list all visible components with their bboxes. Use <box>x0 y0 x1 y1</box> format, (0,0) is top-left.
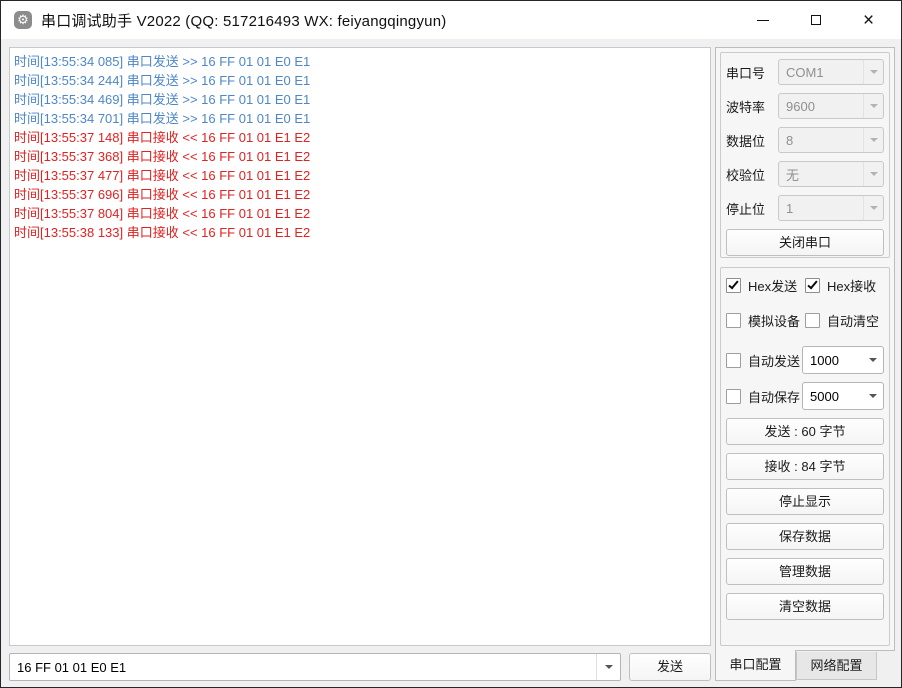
check-icon <box>728 279 738 290</box>
stopbits-label: 停止位 <box>726 199 778 218</box>
log-line: 时间[13:55:37 148] 串口接收 << 16 FF 01 01 E1 … <box>12 128 708 147</box>
clear-data-button[interactable]: 清空数据 <box>726 593 884 620</box>
options-frame: Hex发送 Hex接收 模拟设备 自动清空 <box>720 267 890 646</box>
auto-send-interval-select[interactable]: 1000 <box>802 346 884 374</box>
manage-data-button[interactable]: 管理数据 <box>726 558 884 585</box>
send-data-input[interactable] <box>10 654 596 680</box>
hex-receive-label: Hex接收 <box>827 276 876 295</box>
port-label: 串口号 <box>726 63 778 82</box>
stop-display-button[interactable]: 停止显示 <box>726 488 884 515</box>
hex-send-label: Hex发送 <box>748 276 797 295</box>
auto-clear-option[interactable]: 自动清空 <box>805 311 884 330</box>
chevron-down-icon <box>863 60 883 84</box>
received-bytes-button[interactable]: 接收 : 84 字节 <box>726 453 884 480</box>
auto-save-checkbox[interactable] <box>726 389 741 404</box>
log-line: 时间[13:55:34 701] 串口发送 >> 16 FF 01 01 E0 … <box>12 109 708 128</box>
log-line: 时间[13:55:37 368] 串口接收 << 16 FF 01 01 E1 … <box>12 147 708 166</box>
setting-row-parity: 校验位 无 <box>726 161 884 187</box>
sent-bytes-button[interactable]: 发送 : 60 字节 <box>726 418 884 445</box>
setting-row-baudrate: 波特率 9600 <box>726 93 884 119</box>
minimize-button[interactable] <box>736 1 789 39</box>
hex-options-row: Hex发送 Hex接收 <box>726 276 884 295</box>
app-window: ⚙ 串口调试助手 V2022 (QQ: 517216493 WX: feiyan… <box>0 0 902 688</box>
log-line: 时间[13:55:37 696] 串口接收 << 16 FF 01 01 E1 … <box>12 185 708 204</box>
parity-label: 校验位 <box>726 165 778 184</box>
baudrate-label: 波特率 <box>726 97 778 116</box>
auto-save-interval-select[interactable]: 5000 <box>802 382 884 410</box>
stopbits-select: 1 <box>778 195 884 221</box>
tab-network-config[interactable]: 网络配置 <box>796 652 877 680</box>
simulate-device-checkbox[interactable] <box>726 313 741 328</box>
simulate-device-label: 模拟设备 <box>748 311 800 330</box>
log-line: 时间[13:55:38 133] 串口接收 << 16 FF 01 01 E1 … <box>12 223 708 242</box>
log-line: 时间[13:55:34 244] 串口发送 >> 16 FF 01 01 E0 … <box>12 71 708 90</box>
hex-receive-checkbox[interactable] <box>805 278 820 293</box>
chevron-down-icon <box>863 128 883 152</box>
save-data-button[interactable]: 保存数据 <box>726 523 884 550</box>
hex-receive-option[interactable]: Hex接收 <box>805 276 884 295</box>
hex-send-option[interactable]: Hex发送 <box>726 276 805 295</box>
serial-settings-frame: 串口号 COM1 波特率 9600 数据位 8 <box>720 52 890 258</box>
auto-send-option[interactable]: 自动发送 <box>726 351 802 370</box>
chevron-down-icon <box>863 162 883 186</box>
chevron-down-icon <box>863 94 883 118</box>
auto-save-label: 自动保存 <box>748 387 800 406</box>
title-bar: ⚙ 串口调试助手 V2022 (QQ: 517216493 WX: feiyan… <box>1 1 901 39</box>
parity-select: 无 <box>778 161 884 187</box>
check-icon <box>807 279 817 290</box>
close-button[interactable]: × <box>842 1 895 39</box>
serial-config-pane: 串口号 COM1 波特率 9600 数据位 8 <box>715 47 895 651</box>
action-buttons: 发送 : 60 字节 接收 : 84 字节 停止显示 保存数据 管理数据 清空数… <box>726 418 884 620</box>
baudrate-select: 9600 <box>778 93 884 119</box>
send-data-combobox <box>9 653 621 681</box>
auto-save-option[interactable]: 自动保存 <box>726 387 802 406</box>
config-tab-bar: 串口配置 网络配置 <box>715 650 877 681</box>
setting-row-port: 串口号 COM1 <box>726 59 884 85</box>
port-select: COM1 <box>778 59 884 85</box>
databits-label: 数据位 <box>726 131 778 150</box>
minimize-icon <box>757 20 769 21</box>
send-button[interactable]: 发送 <box>629 653 711 681</box>
log-line: 时间[13:55:34 085] 串口发送 >> 16 FF 01 01 E0 … <box>12 52 708 71</box>
setting-row-databits: 数据位 8 <box>726 127 884 153</box>
app-gear-icon: ⚙ <box>14 11 32 29</box>
window-title: 串口调试助手 V2022 (QQ: 517216493 WX: feiyangq… <box>41 10 446 31</box>
chevron-down-icon <box>863 383 883 409</box>
setting-row-stopbits: 停止位 1 <box>726 195 884 221</box>
log-line: 时间[13:55:34 469] 串口发送 >> 16 FF 01 01 E0 … <box>12 90 708 109</box>
auto-clear-label: 自动清空 <box>827 311 879 330</box>
window-controls: × <box>736 1 895 39</box>
auto-send-label: 自动发送 <box>748 351 800 370</box>
tab-serial-config[interactable]: 串口配置 <box>715 650 796 681</box>
close-icon: × <box>863 11 874 30</box>
log-line: 时间[13:55:37 804] 串口接收 << 16 FF 01 01 E1 … <box>12 204 708 223</box>
databits-select: 8 <box>778 127 884 153</box>
auto-send-checkbox[interactable] <box>726 353 741 368</box>
maximize-icon <box>811 15 821 25</box>
close-port-button[interactable]: 关闭串口 <box>726 229 884 256</box>
simulate-device-option[interactable]: 模拟设备 <box>726 311 805 330</box>
hex-send-checkbox[interactable] <box>726 278 741 293</box>
auto-send-row: 自动发送 1000 <box>726 346 884 374</box>
chevron-down-icon <box>863 347 883 373</box>
send-history-dropdown-button[interactable] <box>596 654 620 680</box>
serial-log-output[interactable]: 时间[13:55:34 085] 串口发送 >> 16 FF 01 01 E0 … <box>9 47 711 646</box>
log-line: 时间[13:55:37 477] 串口接收 << 16 FF 01 01 E1 … <box>12 166 708 185</box>
maximize-button[interactable] <box>789 1 842 39</box>
auto-clear-checkbox[interactable] <box>805 313 820 328</box>
chevron-down-icon <box>605 665 613 669</box>
auto-save-row: 自动保存 5000 <box>726 382 884 410</box>
chevron-down-icon <box>863 196 883 220</box>
device-options-row: 模拟设备 自动清空 <box>726 311 884 330</box>
